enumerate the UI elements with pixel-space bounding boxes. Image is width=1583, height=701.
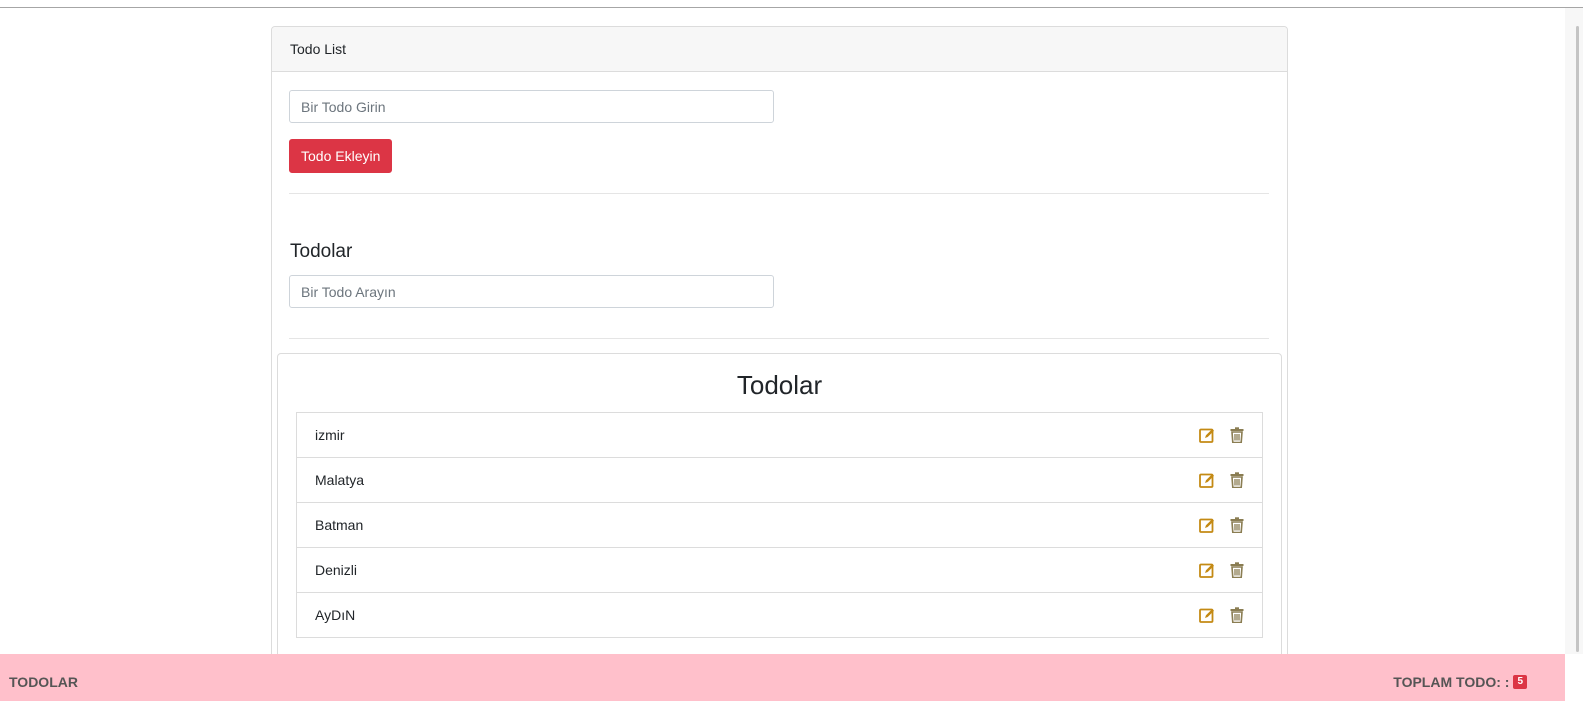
- search-section-title: Todolar: [290, 241, 353, 262]
- add-todo-button[interactable]: Todo Ekleyin: [289, 139, 393, 173]
- edit-icon[interactable]: [1199, 427, 1216, 444]
- todo-label: Batman: [315, 517, 364, 533]
- list-item: Malatya: [296, 458, 1263, 503]
- todo-list-card: Todolar izmir Malatya Batman Denizli AyD…: [277, 353, 1282, 675]
- trash-icon[interactable]: [1228, 607, 1245, 624]
- edit-icon[interactable]: [1199, 607, 1216, 624]
- edit-icon[interactable]: [1199, 472, 1216, 489]
- footer-total: TOPLAM TODO: : 5: [1393, 674, 1527, 690]
- edit-icon[interactable]: [1199, 517, 1216, 534]
- footer-bar: TODOLAR TOPLAM TODO: : 5: [0, 654, 1565, 701]
- scrollbar-thumb[interactable]: [1576, 26, 1579, 652]
- list-item: Denizli: [296, 548, 1263, 593]
- divider: [289, 193, 1269, 194]
- todo-card: Todo List Todo Ekleyin Todolar Todolar i…: [271, 26, 1288, 675]
- trash-icon[interactable]: [1228, 427, 1245, 444]
- edit-icon[interactable]: [1199, 562, 1216, 579]
- list-item: Batman: [296, 503, 1263, 548]
- window-top-edge: [0, 0, 1583, 8]
- footer-title: TODOLAR: [9, 674, 78, 690]
- list-item: izmir: [296, 412, 1263, 458]
- card-header-title: Todo List: [290, 41, 347, 57]
- todo-list-title: Todolar: [736, 370, 823, 400]
- total-count-badge: 5: [1513, 675, 1527, 689]
- trash-icon[interactable]: [1228, 472, 1245, 489]
- list-item: AyDıN: [296, 593, 1263, 638]
- todo-label: Malatya: [315, 472, 365, 488]
- page-scrollbar[interactable]: [1565, 8, 1583, 654]
- todo-list: izmir Malatya Batman Denizli AyDıN: [296, 412, 1263, 638]
- trash-icon[interactable]: [1228, 562, 1245, 579]
- divider: [289, 338, 1269, 339]
- todo-label: AyDıN: [315, 607, 356, 623]
- todo-label: Denizli: [315, 562, 358, 578]
- search-todo-input[interactable]: [289, 275, 774, 308]
- todo-label: izmir: [315, 427, 345, 443]
- total-label: TOPLAM TODO: :: [1393, 674, 1510, 690]
- add-todo-input[interactable]: [289, 90, 774, 123]
- card-header: Todo List: [272, 27, 1287, 72]
- trash-icon[interactable]: [1228, 517, 1245, 534]
